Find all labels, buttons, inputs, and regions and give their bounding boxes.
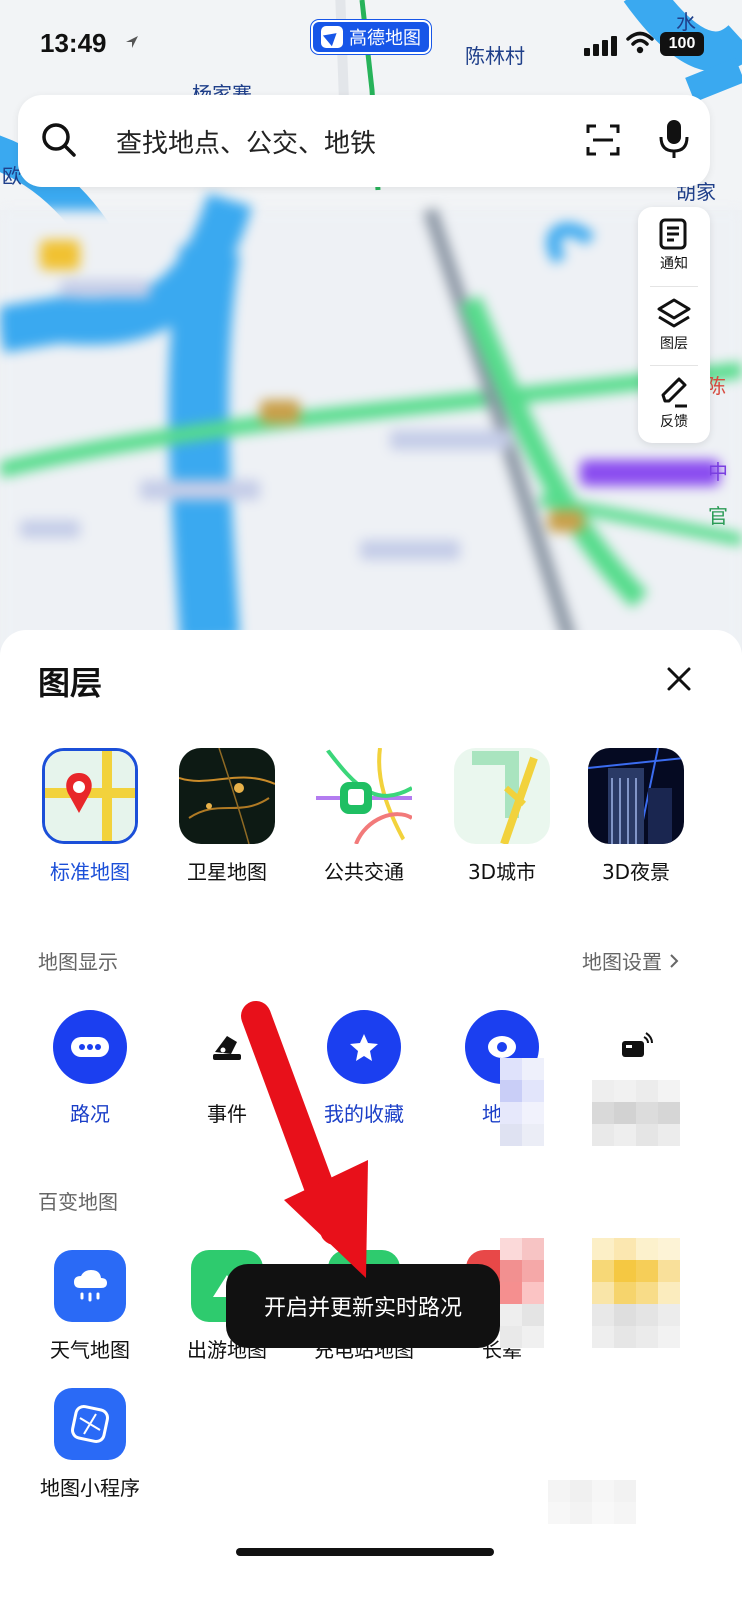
amap-logo-icon xyxy=(321,26,343,48)
layer-3d-night-label: 3D夜景 xyxy=(601,860,671,884)
public-transport-thumb xyxy=(316,748,412,844)
layer-3d-city-label: 3D城市 xyxy=(467,860,537,884)
app-badge-label: 高德地图 xyxy=(349,28,421,49)
close-icon[interactable] xyxy=(664,664,694,694)
map-label-guan: 官 xyxy=(708,504,728,528)
mini-program[interactable]: 地图小程序 xyxy=(30,1388,150,1501)
layer-standard-label: 标准地图 xyxy=(50,860,130,884)
chevron-right-icon xyxy=(670,953,679,968)
event-label: 事件 xyxy=(207,1102,247,1126)
variety-map-heading: 百变地图 xyxy=(38,1190,118,1214)
notice-icon xyxy=(659,218,687,250)
status-time: 13:49 xyxy=(40,28,107,58)
device-icon xyxy=(599,1010,673,1084)
map-settings-link[interactable]: 地图设置 xyxy=(582,946,680,975)
mini-program-label: 地图小程序 xyxy=(40,1476,140,1500)
scan-icon[interactable] xyxy=(584,121,622,159)
map-view[interactable]: 陈林村 杨家寨 水 欧 胡家 中 官 陈 13:49 高德地图 100 查找地点… xyxy=(0,0,742,670)
layer-satellite-label: 卫星地图 xyxy=(187,860,267,884)
map-label-zhong: 中 xyxy=(708,460,728,484)
layer-standard[interactable]: 标准地图 xyxy=(30,748,150,885)
map-display-heading: 地图显示 xyxy=(38,950,118,974)
feedback-button[interactable]: 反馈 xyxy=(638,365,710,443)
map-label-shui: 水 xyxy=(676,10,696,34)
standard-map-thumb xyxy=(42,748,138,844)
search-bar[interactable]: 查找地点、公交、地铁 xyxy=(18,95,710,187)
mic-icon[interactable] xyxy=(656,117,692,161)
home-indicator[interactable] xyxy=(236,1548,494,1556)
display-favorites[interactable]: 我的收藏 xyxy=(304,1010,424,1127)
weather-icon xyxy=(54,1250,126,1322)
display-traffic[interactable]: 路况 xyxy=(30,1010,150,1127)
notice-label: 通知 xyxy=(660,256,688,272)
event-icon xyxy=(190,1010,264,1084)
3d-city-thumb xyxy=(454,748,550,844)
layers-icon xyxy=(657,298,691,328)
layer-satellite[interactable]: 卫星地图 xyxy=(167,748,287,885)
search-icon[interactable] xyxy=(40,121,78,159)
battery-indicator: 100 xyxy=(660,32,704,56)
weather-label: 天气地图 xyxy=(50,1338,130,1362)
search-input[interactable]: 查找地点、公交、地铁 xyxy=(116,123,376,160)
layers-label: 图层 xyxy=(660,336,688,352)
layer-public-transport[interactable]: 公共交通 xyxy=(304,748,424,885)
feedback-icon xyxy=(661,377,687,408)
satellite-map-thumb xyxy=(179,748,275,844)
favorites-label: 我的收藏 xyxy=(324,1102,404,1126)
layer-public-transport-label: 公共交通 xyxy=(324,860,404,884)
layers-button[interactable]: 图层 xyxy=(638,287,710,365)
layer-3d-city[interactable]: 3D城市 xyxy=(442,748,562,885)
layers-sheet: 图层 标准地图 卫星地图 公共交通 3D城市 3D夜景 地图显示 地图设置 路况… xyxy=(0,630,742,1600)
sheet-title: 图层 xyxy=(38,664,103,702)
traffic-icon xyxy=(53,1010,127,1084)
mini-program-icon xyxy=(54,1388,126,1460)
wifi-icon xyxy=(626,31,654,54)
layer-3d-night[interactable]: 3D夜景 xyxy=(576,748,696,885)
toast-message: 开启并更新实时路况 xyxy=(226,1264,500,1348)
signal-icon xyxy=(584,34,620,56)
star-icon xyxy=(327,1010,401,1084)
variety-weather[interactable]: 天气地图 xyxy=(30,1250,150,1363)
map-tool-panel: 通知 图层 反馈 xyxy=(638,207,710,443)
map-settings-label: 地图设置 xyxy=(582,950,662,974)
display-event[interactable]: 事件 xyxy=(167,1010,287,1127)
notice-button[interactable]: 通知 xyxy=(638,207,710,285)
location-arrow-icon xyxy=(126,36,138,48)
3d-night-thumb xyxy=(588,748,684,844)
map-label-chenlin: 陈林村 xyxy=(465,44,525,68)
feedback-label: 反馈 xyxy=(660,414,688,430)
traffic-label: 路况 xyxy=(70,1102,110,1126)
app-badge: 高德地图 xyxy=(311,20,431,54)
